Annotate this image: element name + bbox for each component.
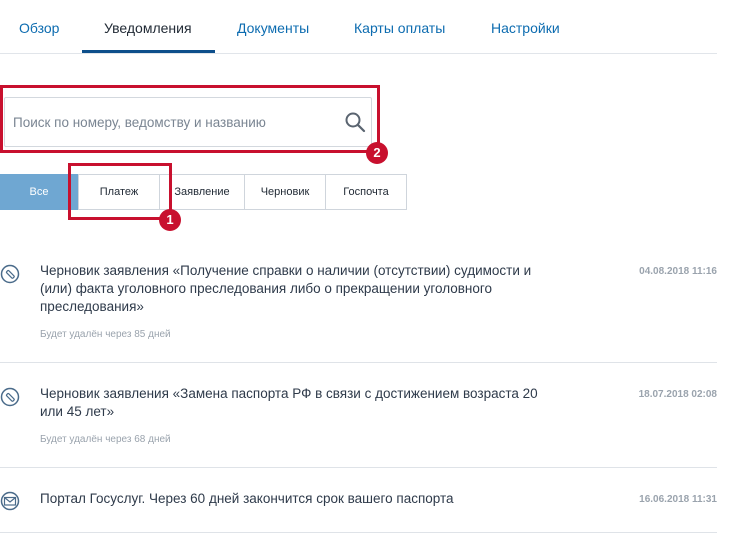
annotation-badge-1: 1 — [159, 209, 181, 231]
search-icon[interactable] — [344, 111, 366, 133]
tab-overview[interactable]: Обзор — [19, 0, 59, 53]
search-box — [4, 97, 372, 147]
notification-date: 04.08.2018 11:16 — [639, 266, 717, 277]
draft-icon — [0, 264, 20, 284]
notification-title[interactable]: Портал Госуслуг. Через 60 дней закончитс… — [40, 490, 550, 508]
mail-icon — [0, 491, 20, 511]
notification-date: 16.06.2018 11:31 — [639, 494, 717, 505]
tab-bar: Обзор Уведомления Документы Карты оплаты… — [0, 0, 717, 54]
tab-notifications[interactable]: Уведомления — [104, 0, 192, 53]
divider — [0, 467, 717, 468]
draft-icon — [0, 387, 20, 407]
filter-payment[interactable]: Платеж — [78, 174, 160, 210]
notification-title[interactable]: Черновик заявления «Получение справки о … — [40, 262, 550, 316]
filter-draft[interactable]: Черновик — [245, 174, 326, 210]
annotation-badge-2: 2 — [366, 142, 388, 164]
filter-application[interactable]: Заявление — [160, 174, 245, 210]
notification-date: 18.07.2018 02:08 — [638, 389, 717, 400]
divider — [0, 362, 717, 363]
notification-subtitle: Будет удалён через 68 дней — [40, 434, 171, 445]
tab-documents[interactable]: Документы — [237, 0, 309, 53]
divider — [0, 532, 717, 533]
notification-title[interactable]: Черновик заявления «Замена паспорта РФ в… — [40, 385, 550, 421]
tab-settings[interactable]: Настройки — [491, 0, 560, 53]
notification-subtitle: Будет удалён через 85 дней — [40, 329, 171, 340]
search-input[interactable] — [13, 98, 333, 146]
active-tab-indicator — [82, 50, 215, 53]
filter-gospochta[interactable]: Госпочта — [326, 174, 407, 210]
tab-payment-cards[interactable]: Карты оплаты — [354, 0, 445, 53]
filter-all[interactable]: Все — [0, 174, 78, 210]
